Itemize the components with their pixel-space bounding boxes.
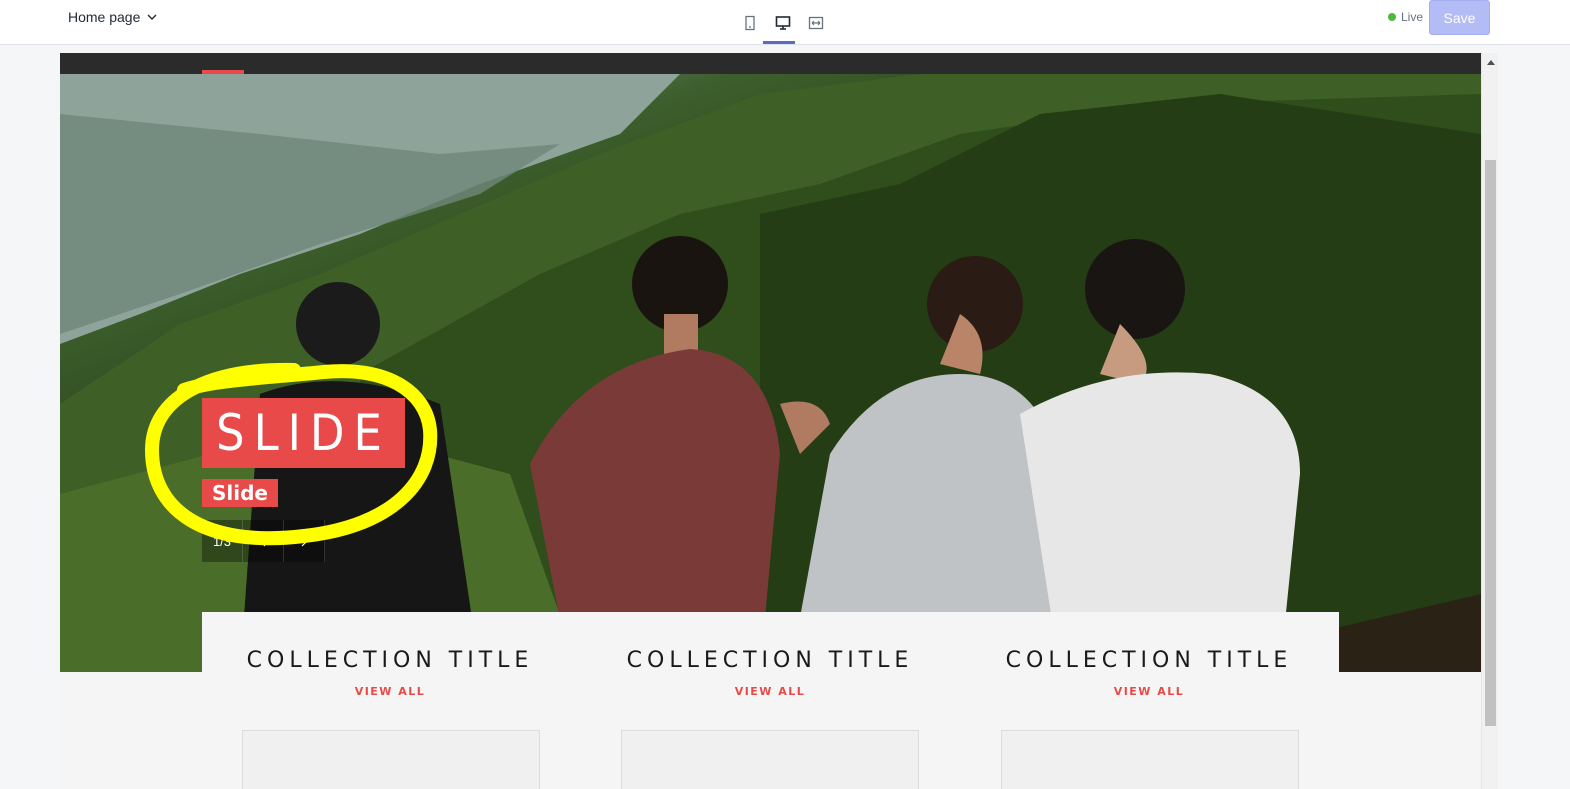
viewport-toggles [733,0,832,45]
caret-up-icon [1486,59,1495,65]
live-status: Live [1388,10,1423,24]
live-label: Live [1401,10,1424,24]
featured-collections: COLLECTION TITLE VIEW ALL COLLECTION TIT… [202,612,1339,789]
collection-title: COLLECTION TITLE [1005,648,1293,673]
collection-block: COLLECTION TITLE VIEW ALL [999,612,1299,698]
expand-horizontal-icon [808,16,823,29]
active-view-indicator [763,41,795,44]
chevron-down-icon [147,14,157,20]
collection-block: COLLECTION TITLE VIEW ALL [620,612,920,698]
collection-title: COLLECTION TITLE [246,648,534,673]
live-dot-icon [1388,13,1396,21]
desktop-view-button[interactable] [766,0,799,45]
editor-topbar: Home page Live Save [0,0,1570,45]
full-width-view-button[interactable] [799,0,832,45]
hero-slideshow[interactable]: SLIDE Slide 1/3 [60,74,1481,672]
desktop-icon [775,15,790,30]
collection-block: COLLECTION TITLE VIEW ALL [240,612,540,698]
page-selector-label: Home page [68,9,141,25]
yellow-highlight-annotation [144,362,438,546]
mobile-view-button[interactable] [733,0,766,45]
preview-scrollbar[interactable] [1481,53,1498,789]
product-card-placeholder[interactable] [621,730,919,789]
store-header-bar [60,53,1481,74]
scroll-up-button[interactable] [1482,53,1499,70]
view-all-link[interactable]: VIEW ALL [620,685,920,698]
theme-preview: SLIDE Slide 1/3 COLLECTION TITLE VIEW AL… [60,53,1481,789]
view-all-link[interactable]: VIEW ALL [999,685,1299,698]
product-card-placeholder[interactable] [242,730,540,789]
save-button[interactable]: Save [1429,0,1490,35]
collection-title: COLLECTION TITLE [626,648,914,673]
product-card-placeholder[interactable] [1001,730,1299,789]
scrollbar-thumb[interactable] [1485,160,1496,726]
mobile-icon [744,15,755,30]
view-all-link[interactable]: VIEW ALL [240,685,540,698]
page-selector[interactable]: Home page [68,8,158,26]
